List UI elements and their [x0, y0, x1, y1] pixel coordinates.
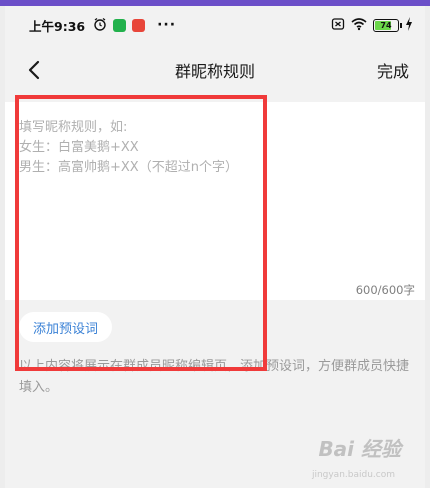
status-right-group: 74 [331, 16, 413, 34]
phone-frame: 上午9:36 ··· 74 群昵称规则 完成 填写昵称规则，如: 女生：白富美鹅… [5, 6, 425, 488]
sim-off-icon [331, 17, 345, 34]
watermark-logo: Bai 经验 [318, 437, 401, 461]
baidu-watermark: Bai 经验 [318, 433, 401, 462]
chevron-left-icon [28, 60, 40, 80]
app-notification-icon [132, 18, 146, 32]
done-button[interactable]: 完成 [377, 58, 409, 82]
nickname-rule-input[interactable] [19, 118, 409, 268]
status-time: 上午9:36 [29, 18, 86, 34]
status-bar: 上午9:36 ··· 74 [5, 6, 425, 44]
screen: 上午9:36 ··· 74 群昵称规则 完成 填写昵称规则，如: 女生：白富美鹅… [0, 0, 430, 488]
page-title: 群昵称规则 [174, 62, 255, 81]
back-button[interactable] [21, 56, 49, 84]
rule-editor-card: 600/600字 [5, 102, 425, 300]
char-count: 600/600字 [355, 283, 415, 297]
battery-level: 74 [380, 20, 392, 30]
nav-header: 群昵称规则 完成 [5, 44, 425, 96]
add-preset-word-button[interactable]: 添加预设词 [19, 312, 113, 342]
lightning-icon [405, 16, 413, 34]
wifi-icon [351, 17, 367, 34]
hint-text: 以上内容将展示在群成员昵称编辑页，添加预设词，方便群成员快捷填入。 [19, 359, 410, 395]
app-notification-icon [113, 18, 127, 32]
watermark-url: jingyan.baidu.com [311, 470, 395, 480]
more-notifications-icon: ··· [157, 17, 177, 33]
alarm-clock-icon [93, 17, 107, 34]
battery-cap [400, 22, 402, 28]
battery-icon: 74 [373, 18, 402, 32]
